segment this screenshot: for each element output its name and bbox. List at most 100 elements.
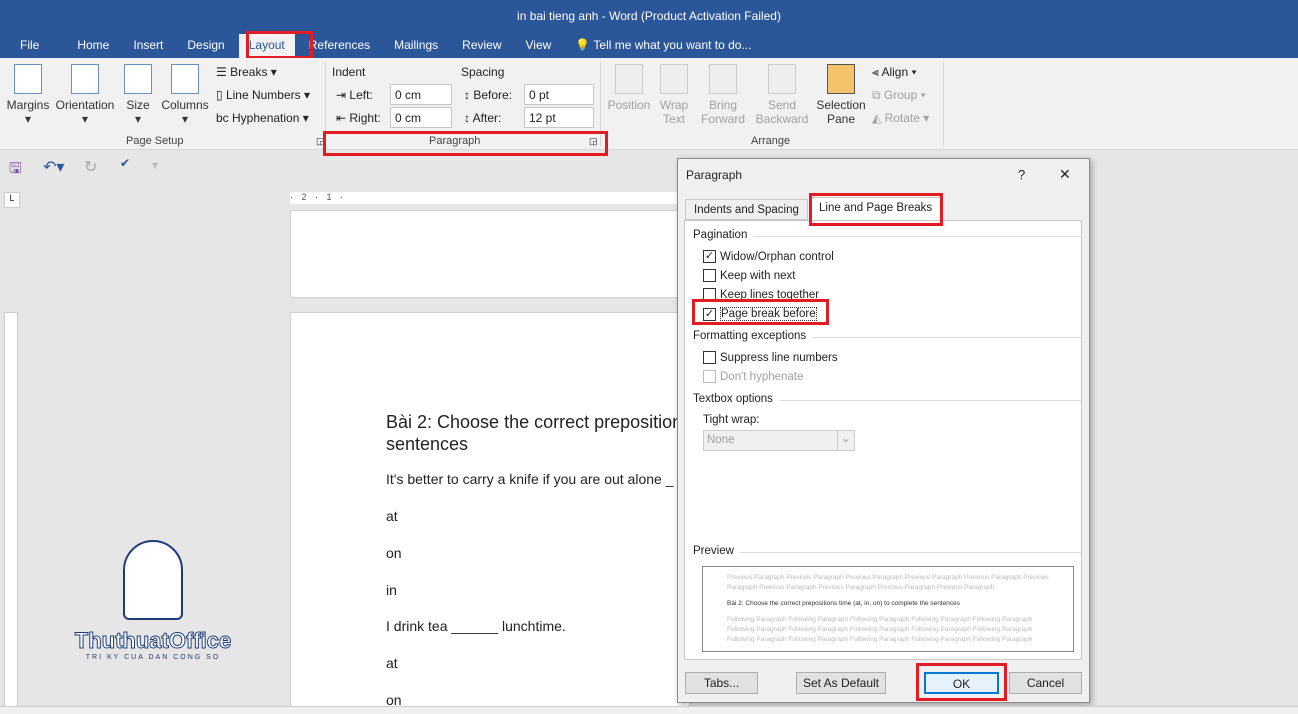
indent-right-input[interactable]: 0 cm <box>390 107 452 128</box>
columns-icon <box>171 64 199 94</box>
indent-label: Indent <box>332 65 366 79</box>
wrap-text-icon <box>660 64 688 94</box>
preview-previous-text: Previous Paragraph Previous Paragraph Pr… <box>727 574 1049 591</box>
group-button[interactable]: ⧉ Group ▾ <box>872 88 926 103</box>
divider <box>600 62 601 146</box>
vertical-ruler[interactable] <box>4 312 18 712</box>
chevron-down-icon: ⌄ <box>837 431 854 450</box>
save-icon[interactable]: 🖫 <box>9 158 22 183</box>
margins-icon <box>14 64 42 94</box>
page-break-before-checkbox[interactable]: ✓ Page break before <box>703 307 817 321</box>
tab-file[interactable]: File <box>20 34 39 58</box>
tab-home[interactable]: Home <box>77 34 109 58</box>
doc-line: in <box>386 582 397 598</box>
line-page-breaks-panel: Pagination ✓ Widow/Orphan control Keep wi… <box>684 220 1082 660</box>
title-bar: in bai tieng anh - Word (Product Activat… <box>0 0 1298 58</box>
margins-button[interactable]: Margins ▾ <box>6 64 50 126</box>
breaks-button[interactable]: ☰ Breaks ▾ <box>216 65 277 79</box>
line-numbers-button[interactable]: ▯ Line Numbers ▾ <box>216 88 310 102</box>
tabs-button[interactable]: Tabs... <box>685 672 758 694</box>
preview-label: Preview <box>693 545 1081 557</box>
selection-pane-button[interactable]: Selection Pane <box>814 64 868 126</box>
indent-left-input[interactable]: 0 cm <box>390 84 452 105</box>
lightbulb-icon: 💡 <box>575 38 591 52</box>
suppress-line-numbers-checkbox[interactable]: Suppress line numbers <box>703 351 838 364</box>
widow-orphan-checkbox[interactable]: ✓ Widow/Orphan control <box>703 250 834 263</box>
wrap-text-button[interactable]: Wrap Text <box>656 64 692 126</box>
tab-insert[interactable]: Insert <box>133 34 163 58</box>
paragraph-dialog: Paragraph ? ✕ Indents and Spacing Line a… <box>677 158 1090 703</box>
undo-icon[interactable]: ↶▾ <box>43 157 64 177</box>
bring-forward-button[interactable]: Bring Forward <box>696 64 750 126</box>
tab-line-and-page-breaks[interactable]: Line and Page Breaks <box>810 197 942 221</box>
divider <box>325 62 326 146</box>
tight-wrap-select[interactable]: None ⌄ <box>703 430 855 451</box>
spacing-before-input[interactable]: 0 pt <box>524 84 594 105</box>
menu-tabs: File Home Insert Design Layout Reference… <box>0 34 763 58</box>
rotate-button[interactable]: ◭ Rotate ▾ <box>872 111 929 125</box>
dont-hyphenate-checkbox[interactable]: Don't hyphenate <box>703 370 803 383</box>
checkbox-checked-icon: ✓ <box>703 250 716 263</box>
tab-selector-icon[interactable]: L <box>4 192 20 208</box>
spacing-before-label: ↕ Before: <box>464 88 513 102</box>
tab-indents-and-spacing[interactable]: Indents and Spacing <box>685 199 808 220</box>
checkbox-checked-icon: ✓ <box>703 307 716 321</box>
set-as-default-button[interactable]: Set As Default <box>796 672 886 694</box>
formatting-exceptions-label: Formatting exceptions <box>693 330 1081 342</box>
ribbon: Margins ▾ Orientation ▾ Size ▾ Columns ▾ ☰ B… <box>0 58 1298 150</box>
selection-pane-icon <box>827 64 855 94</box>
tab-references[interactable]: References <box>309 34 370 58</box>
mascot-icon <box>123 540 183 620</box>
columns-button[interactable]: Columns ▾ <box>160 64 210 126</box>
tab-view[interactable]: View <box>526 34 552 58</box>
quick-access-toolbar: 🖫 ↶▾ ↻ ✔ ▾ <box>0 150 1298 186</box>
size-button[interactable]: Size ▾ <box>124 64 152 126</box>
bring-forward-icon <box>709 64 737 94</box>
arrange-group-label: Arrange <box>751 135 791 147</box>
page-setup-launcher-icon[interactable]: ◲ <box>316 136 325 147</box>
previous-page <box>290 210 690 298</box>
current-page[interactable]: Bài 2: Choose the correct preposition se… <box>290 312 690 714</box>
help-button[interactable]: ? <box>1018 167 1025 182</box>
window-title: in bai tieng anh - Word (Product Activat… <box>517 9 781 23</box>
doc-line: I drink tea ______ lunchtime. <box>386 618 566 634</box>
orientation-button[interactable]: Orientation ▾ <box>54 64 116 126</box>
align-button[interactable]: ⫷ Align ▾ <box>872 65 917 80</box>
redo-icon[interactable]: ↻ <box>84 157 97 177</box>
position-icon <box>615 64 643 94</box>
tight-wrap-label: Tight wrap: <box>703 414 760 426</box>
logo-tagline: TRI KY CUA DAN CONG SO <box>85 654 221 661</box>
customize-toolbar-icon[interactable]: ▾ <box>152 158 158 172</box>
cancel-button[interactable]: Cancel <box>1009 672 1082 694</box>
spacing-after-input[interactable]: 12 pt <box>524 107 594 128</box>
indent-left-label: ⇥ Left: <box>336 88 373 102</box>
tab-layout[interactable]: Layout <box>238 34 295 58</box>
tell-me-search[interactable]: 💡 Tell me what you want to do... <box>575 34 751 58</box>
send-backward-button[interactable]: Send Backward <box>752 64 812 126</box>
ok-button[interactable]: OK <box>924 672 999 694</box>
tab-mailings[interactable]: Mailings <box>394 34 438 58</box>
page-setup-label: Page Setup <box>126 135 184 147</box>
size-icon <box>124 64 152 94</box>
tab-review[interactable]: Review <box>462 34 501 58</box>
doc-line: at <box>386 655 398 671</box>
keep-with-next-checkbox[interactable]: Keep with next <box>703 269 795 282</box>
tab-design[interactable]: Design <box>187 34 224 58</box>
textbox-options-label: Textbox options <box>693 393 1081 405</box>
pagination-section-label: Pagination <box>693 229 1081 241</box>
close-icon[interactable]: ✕ <box>1059 166 1071 183</box>
spelling-check-icon[interactable]: ✔ <box>120 156 130 170</box>
paragraph-launcher-icon[interactable]: ◲ <box>589 136 598 147</box>
tell-me-label: Tell me what you want to do... <box>593 38 752 52</box>
horizontal-ruler[interactable]: · 2 · 1 · <box>290 192 680 204</box>
divider <box>943 62 944 146</box>
keep-lines-together-checkbox[interactable]: Keep lines together <box>703 288 819 301</box>
preview-box: Previous Paragraph Previous Paragraph Pr… <box>702 566 1074 652</box>
doc-line: It's better to carry a knife if you are … <box>386 471 674 487</box>
doc-heading: Bài 2: Choose the correct preposition <box>386 412 683 432</box>
send-backward-icon <box>768 64 796 94</box>
dialog-title: Paragraph <box>686 168 743 182</box>
position-button[interactable]: Position <box>606 64 652 112</box>
doc-line: at <box>386 508 398 524</box>
hyphenation-button[interactable]: bc Hyphenation ▾ <box>216 111 309 125</box>
